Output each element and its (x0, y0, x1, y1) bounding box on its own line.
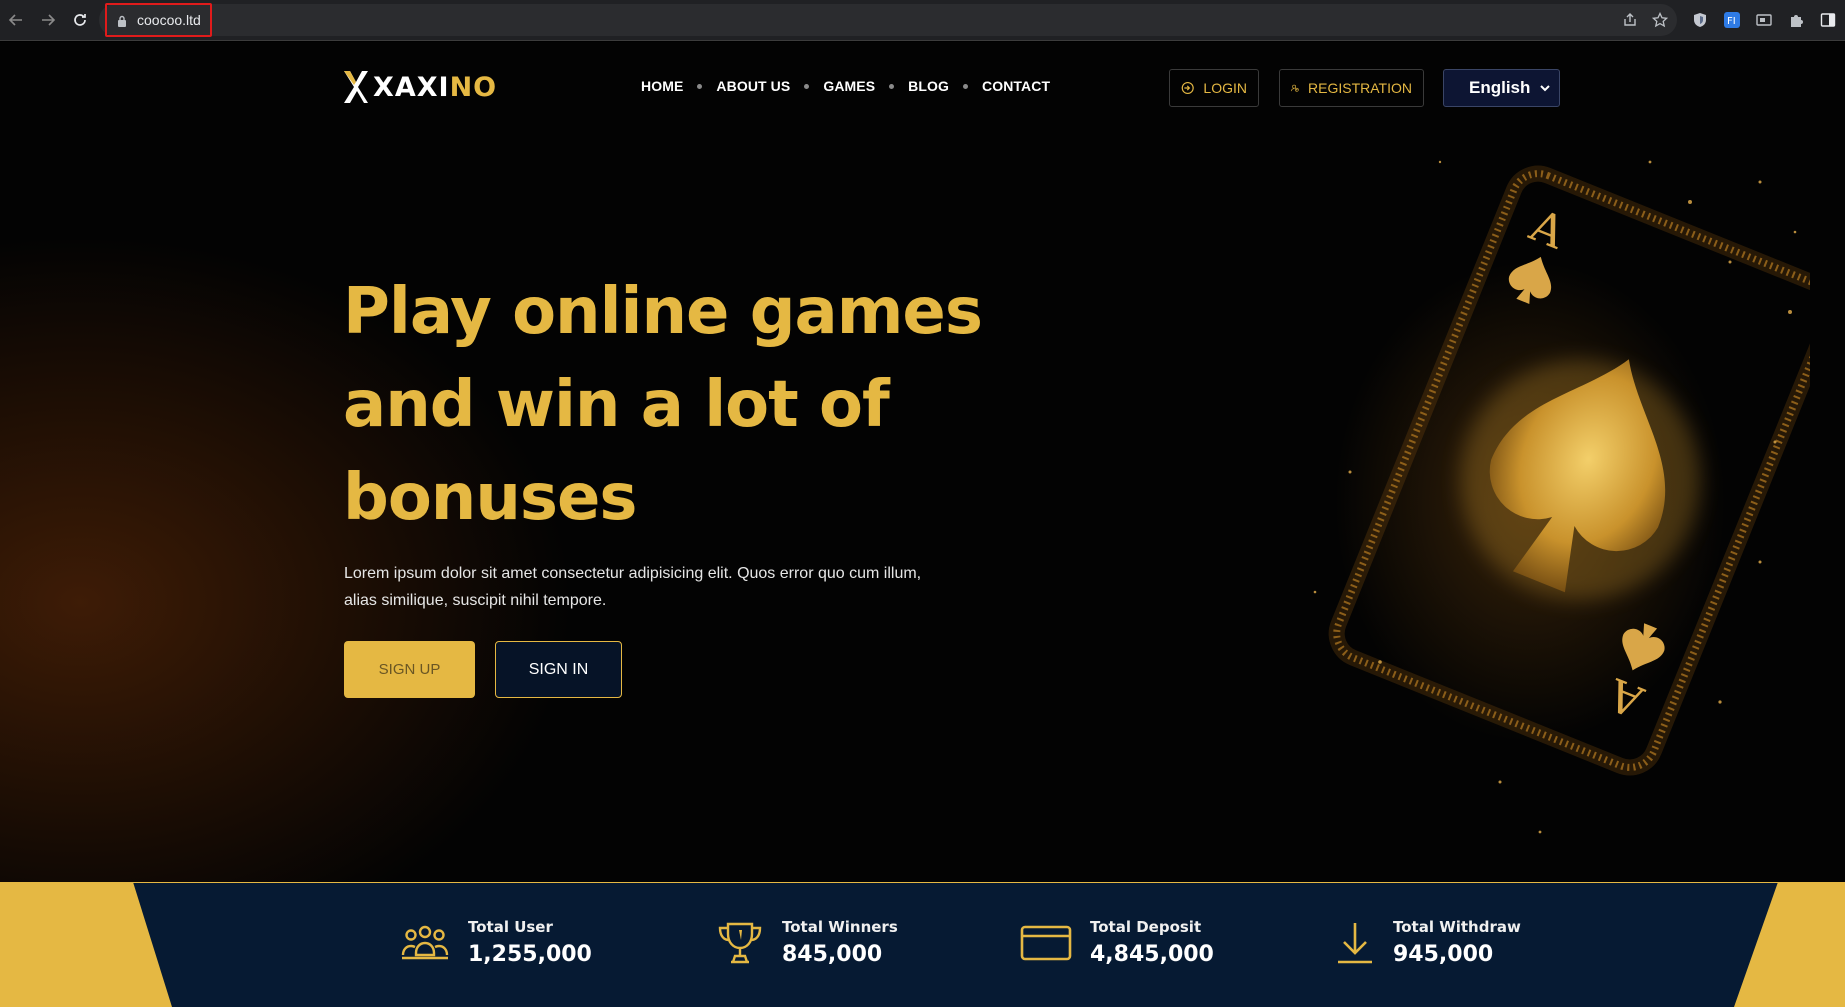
stat-value: 945,000 (1393, 942, 1494, 967)
nav-games[interactable]: GAMES (823, 78, 875, 94)
login-label: LOGIN (1203, 80, 1247, 96)
nav-separator (889, 83, 895, 89)
trophy-icon (718, 922, 762, 963)
stat-label: Total User (468, 918, 553, 936)
stat-total-withdraw: Total Withdraw 945,000 (1335, 918, 1521, 967)
svg-text:FI: FI (1727, 16, 1736, 27)
users-icon (401, 925, 449, 959)
url-highlight-box (105, 3, 212, 37)
stat-label: Total Deposit (1090, 918, 1202, 936)
sign-in-button[interactable]: SIGN IN (495, 641, 622, 698)
login-button[interactable]: LOGIN (1169, 69, 1259, 107)
extensions-puzzle-icon[interactable] (1786, 10, 1806, 30)
nav-about-us[interactable]: ABOUT US (716, 78, 790, 94)
landing-page: XAXINO HOME ABOUT US GAMES BLOG CONTACT … (0, 42, 1845, 1007)
logo-text-white: XAXI (373, 71, 450, 103)
hero-title-line-2: and win a lot of (343, 368, 890, 442)
stat-label: Total Winners (782, 918, 898, 936)
nav-blog[interactable]: BLOG (908, 78, 949, 94)
nav-contact[interactable]: CONTACT (982, 78, 1050, 94)
login-icon (1181, 81, 1194, 95)
svg-text:A: A (1522, 200, 1573, 260)
logo[interactable]: XAXINO (343, 70, 497, 104)
language-value: English (1469, 78, 1531, 97)
reload-icon[interactable] (70, 10, 90, 30)
chevron-down-icon (1540, 85, 1550, 92)
hero-title: Play online games and win a lot of bonus… (343, 266, 983, 545)
download-icon (1338, 922, 1372, 963)
ace-of-spades-card-image: A A (1313, 160, 1810, 834)
nav-separator (697, 83, 703, 89)
logo-text-gold: NO (449, 71, 498, 103)
stat-value: 4,845,000 (1090, 942, 1214, 967)
shield-extension-icon[interactable] (1690, 10, 1710, 30)
registration-label: REGISTRATION (1308, 80, 1412, 96)
browser-toolbar: coocoo.ltd FI (0, 0, 1845, 41)
media-extension-icon[interactable] (1754, 10, 1774, 30)
back-icon[interactable] (6, 10, 26, 30)
hero-description: Lorem ipsum dolor sit amet consectetur a… (344, 560, 944, 614)
stat-label: Total Withdraw (1393, 918, 1521, 936)
nav-separator (804, 83, 810, 89)
hero-description-line-2: alias similique, suscipit nihil tempore. (344, 592, 607, 609)
nav-home[interactable]: HOME (641, 78, 683, 94)
forward-icon[interactable] (38, 10, 58, 30)
language-select[interactable]: English (1443, 69, 1560, 107)
translate-extension-icon[interactable]: FI (1722, 10, 1742, 30)
card-icon (1020, 925, 1072, 960)
side-panel-icon[interactable] (1818, 10, 1838, 30)
stat-total-user: Total User 1,255,000 (400, 918, 592, 967)
sign-up-button[interactable]: SIGN UP (344, 641, 475, 698)
registration-button[interactable]: REGISTRATION (1279, 69, 1424, 107)
svg-text:A: A (1601, 667, 1652, 727)
hero-description-line-1: Lorem ipsum dolor sit amet consectetur a… (344, 565, 922, 582)
nav-separator (963, 83, 969, 89)
stats-band-background (0, 882, 1845, 1007)
hero-title-line-3: bonuses (343, 461, 638, 535)
stat-value: 845,000 (782, 942, 883, 967)
user-add-icon (1291, 84, 1299, 92)
logo-x-icon (344, 71, 368, 103)
stat-total-winners: Total Winners 845,000 (716, 918, 898, 967)
stat-total-deposit: Total Deposit 4,845,000 (1020, 918, 1214, 967)
main-nav: HOME ABOUT US GAMES BLOG CONTACT (641, 78, 1050, 94)
hero-title-line-1: Play online games (343, 275, 983, 349)
stat-value: 1,255,000 (468, 942, 592, 967)
share-icon[interactable] (1620, 10, 1640, 30)
bookmark-star-icon[interactable] (1650, 10, 1670, 30)
address-bar[interactable] (99, 4, 1677, 36)
